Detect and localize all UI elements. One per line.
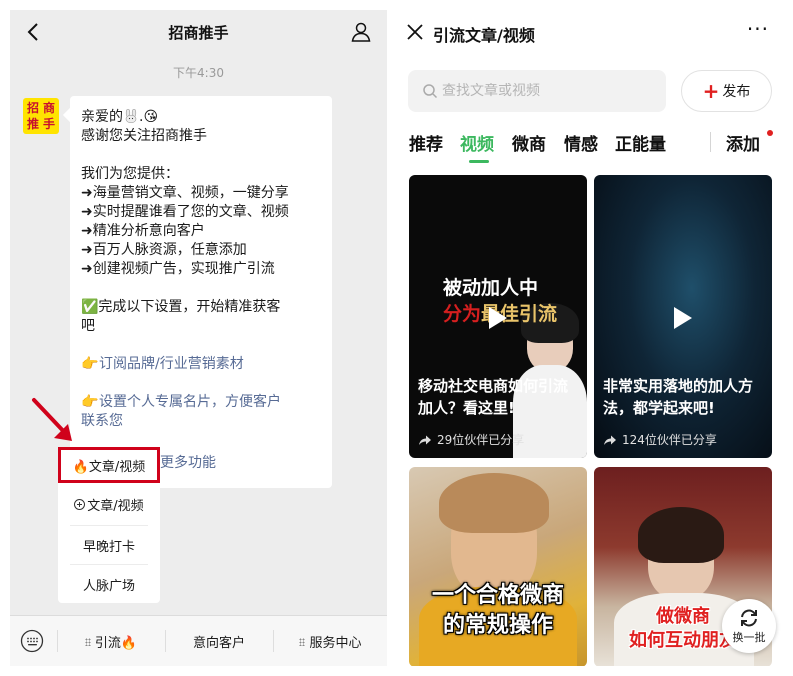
menu-item-checkin[interactable]: 早晚打卡 [70,525,148,565]
greeting-line: 亲爱的 .😘 [81,108,322,127]
more-options-icon[interactable]: ··· [747,19,769,39]
list-header: 引流文章/视频 ··· [397,10,783,54]
bottom-menu-bar: 引流🔥 意向客户 服务中心 [10,615,387,666]
menu-popup: 🔥文章/视频 文章/视频 早晚打卡 人脉广场 [58,447,160,603]
thumb-overlay-text: 一个合格微商 [431,583,564,608]
pointing-hand-icon: 👉 [81,394,99,410]
menu-traffic[interactable]: 引流🔥 [58,616,164,666]
message-bubble: 亲爱的 .😘 感谢您关注招商推手 我们为您提供： ➜海量营销文章、视频，一键分享 … [70,96,332,488]
share-count-text: 124位伙伴已分享 [622,433,717,447]
business-card-link-cont[interactable]: 联系您 [81,412,322,431]
video-card[interactable]: 非常实用落地的加人方法，都学起来吧! 124位伙伴已分享 [594,175,772,458]
video-card[interactable]: 一个合格微商 的常规操作 [409,467,587,666]
refresh-icon [741,609,757,626]
share-arrow-icon [419,435,431,445]
category-tabs: 推荐 视频 微商 情感 正能量 添加 [397,130,783,166]
refresh-batch-button[interactable]: 换一批 [722,599,776,653]
card-title: 非常实用落地的加人方法，都学起来吧! [603,377,754,417]
greeting-text: 亲爱的 [81,109,123,125]
tab-positive-energy[interactable]: 正能量 [615,130,666,155]
more-features-link[interactable]: 更多功能 [160,452,216,472]
search-input[interactable] [442,83,642,99]
feature-item: ➜海量营销文章、视频，一键分享 [81,185,289,201]
menu-item-contacts-plaza[interactable]: 人脉广场 [70,564,148,604]
avatar[interactable]: 招 商 推 手 [23,98,59,134]
chat-header: 招商推手 [10,10,387,54]
add-tab-button[interactable]: 添加 [726,130,760,155]
video-card[interactable]: 被动加人中 分为最佳引流 移动社交电商如何引流加人？看这里! 29位伙伴已分享 [409,175,587,458]
menu-item-article-video-highlighted[interactable]: 🔥文章/视频 [58,447,160,483]
page-title: 引流文章/视频 [433,26,535,45]
setup-line: ✅完成以下设置，开始精准获客 [81,299,281,315]
share-arrow-icon [604,435,616,445]
feature-item: ➜精准分析意向客户 [81,223,205,239]
publish-button[interactable]: + 发布 [681,70,772,112]
share-count: 124位伙伴已分享 [604,431,717,448]
menu-traffic-label: 引流🔥 [94,636,138,651]
menu-service-center[interactable]: 服务中心 [274,616,387,666]
plus-icon: + [702,79,720,103]
menu-intent-customers[interactable]: 意向客户 [166,616,272,666]
refresh-label: 换一批 [732,630,766,644]
thumb-headline: 被动加人中 [443,277,539,299]
keyboard-icon[interactable] [20,629,44,653]
thumb-overlay-text: 的常规操作 [442,613,553,638]
notification-dot [767,130,773,136]
play-icon [489,307,507,329]
tab-recommended[interactable]: 推荐 [409,130,443,155]
thanks-line: 感谢您关注招商推手 [81,128,207,144]
avatar-char: 商 [42,101,55,115]
chat-screen: 招商推手 下午4:30 招 商 推 手 亲爱的 .😘 感谢您关注招商推手 我们为您… [10,10,387,666]
setup-line: 吧 [81,318,95,334]
share-count: 29位伙伴已分享 [419,431,524,448]
subscribe-material-text: 订阅品牌/行业营销素材 [99,356,244,372]
subscribe-material-link[interactable]: 👉订阅品牌/行业营销素材 [81,355,322,374]
greeting-emoji: .😘 [139,109,159,125]
offer-title: 我们为您提供： [81,166,179,182]
business-card-link[interactable]: 👉设置个人专属名片，方便客户 [81,393,322,412]
user-profile-icon[interactable] [349,20,373,44]
menu-service-label: 服务中心 [309,636,362,651]
tab-emotion[interactable]: 情感 [564,130,598,155]
publish-label: 发布 [722,84,751,100]
menu-item-article-video[interactable]: 文章/视频 [70,484,148,524]
rabbit-emoji-icon [125,109,137,123]
pointing-hand-icon: 👉 [81,356,99,372]
menu-item-label: 文章/视频 [87,498,144,514]
avatar-char: 推 [26,117,39,131]
chat-title: 招商推手 [168,24,229,42]
search-box[interactable] [408,70,666,112]
card-title: 移动社交电商如何引流加人？看这里! [418,377,569,417]
message-timestamp: 下午4:30 [173,66,224,80]
red-arrow-icon [32,398,72,441]
active-tab-indicator [469,160,489,163]
business-card-text: 设置个人专属名片，方便客户 [99,394,281,410]
feature-item: ➜实时提醒谁看了您的文章、视频 [81,204,289,220]
article-video-screen: 引流文章/视频 ··· +发布 推荐 视频 微商 情感 正能量 添加 被动加人中 [397,10,783,666]
share-count-text: 29位伙伴已分享 [437,433,525,447]
close-icon[interactable] [405,22,425,42]
add-circle-icon [74,498,86,510]
tab-wechat-business[interactable]: 微商 [512,130,546,155]
feature-item: ➜百万人脉资源，任意添加 [81,242,247,258]
submenu-indicator-icon [299,637,306,646]
play-icon [674,307,692,329]
tab-divider [710,132,711,152]
tab-video[interactable]: 视频 [460,130,494,155]
feature-item: ➜创建视频广告，实现推广引流 [81,261,275,277]
submenu-indicator-icon [84,637,91,646]
avatar-char: 手 [42,117,55,131]
screenshot-root: 招商推手 下午4:30 招 商 推 手 亲爱的 .😘 感谢您关注招商推手 我们为您… [0,0,793,676]
avatar-char: 招 [26,101,39,115]
search-icon [423,84,438,99]
